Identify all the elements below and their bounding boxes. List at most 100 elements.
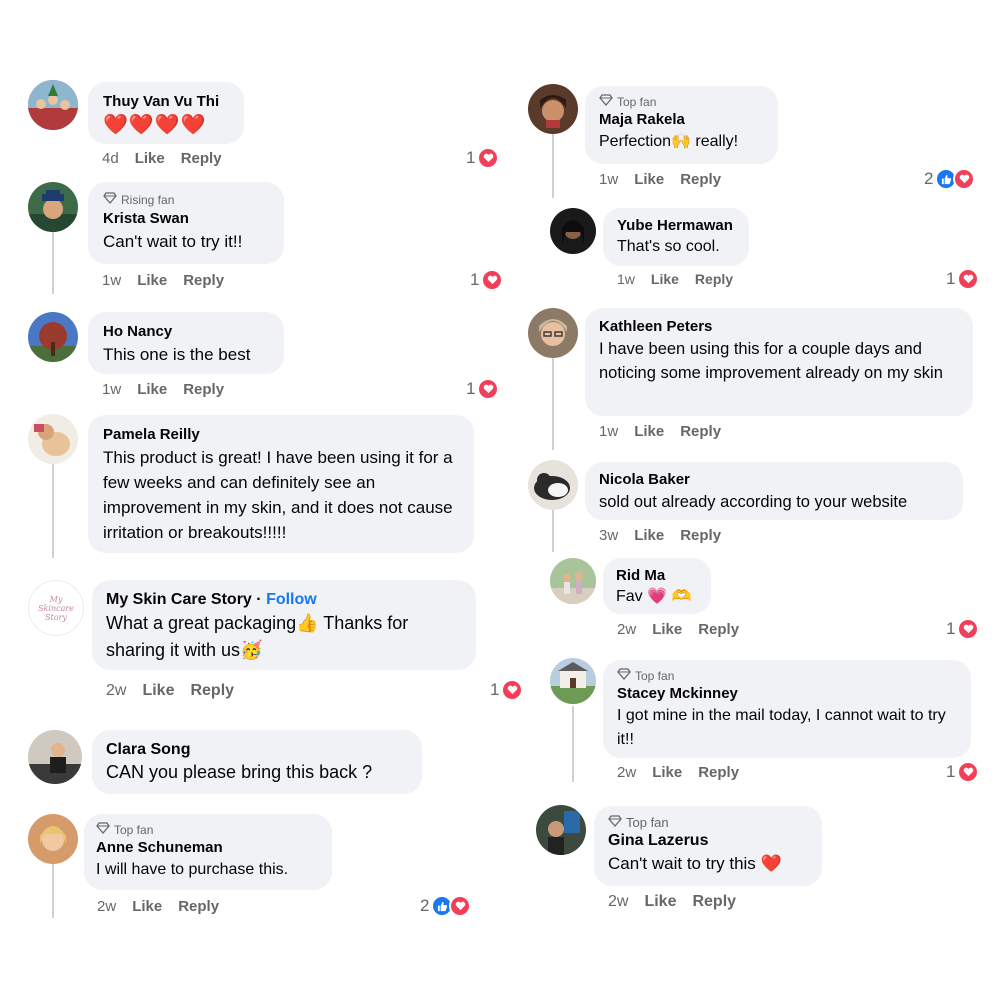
thread-line bbox=[52, 232, 54, 294]
comment-text: That's so cool. bbox=[617, 238, 720, 255]
reaction-count[interactable]: 1 bbox=[466, 378, 500, 400]
comment-actions: 3w Like Reply bbox=[599, 527, 721, 544]
commenter-name[interactable]: Nicola Baker bbox=[599, 470, 948, 490]
love-reaction-icon bbox=[449, 895, 472, 917]
like-button[interactable]: Like bbox=[142, 682, 174, 700]
avatar[interactable] bbox=[550, 658, 596, 704]
fan-badge-label: Rising fan bbox=[121, 193, 175, 207]
comment-actions: 2w Like Reply bbox=[106, 682, 234, 700]
reaction-count[interactable]: 2 bbox=[924, 168, 976, 190]
like-button[interactable]: Like bbox=[652, 621, 682, 638]
reply-button[interactable]: Reply bbox=[698, 621, 739, 638]
comment-text: Can't wait to try this ❤️ bbox=[608, 854, 782, 873]
like-button[interactable]: Like bbox=[137, 381, 167, 398]
avatar[interactable] bbox=[28, 312, 78, 362]
avatar[interactable] bbox=[28, 730, 82, 784]
like-button[interactable]: Like bbox=[634, 527, 664, 544]
reply-button[interactable]: Reply bbox=[190, 682, 234, 700]
like-button[interactable]: Like bbox=[634, 423, 664, 440]
reaction-count[interactable]: 1 bbox=[490, 679, 524, 701]
reply-button[interactable]: Reply bbox=[698, 764, 739, 781]
reaction-count[interactable]: 1 bbox=[946, 268, 980, 290]
avatar[interactable] bbox=[536, 805, 586, 855]
reply-button[interactable]: Reply bbox=[680, 171, 721, 188]
comment-time[interactable]: 1w bbox=[617, 271, 635, 287]
fan-badge: Top fan bbox=[599, 94, 763, 110]
page-avatar[interactable]: My Skincare Story bbox=[28, 580, 84, 636]
commenter-name[interactable]: Kathleen Peters bbox=[599, 317, 958, 337]
comment-text: Fav 💗 🫶 bbox=[616, 588, 692, 605]
follow-button[interactable]: Follow bbox=[266, 591, 317, 608]
comment-time[interactable]: 1w bbox=[102, 272, 121, 289]
reaction-number: 1 bbox=[946, 762, 956, 781]
avatar[interactable] bbox=[550, 558, 596, 604]
comment-text: CAN you please bring this back ? bbox=[106, 762, 373, 782]
commenter-name[interactable]: Yube Hermawan bbox=[617, 216, 734, 236]
commenter-name[interactable]: My Skin Care Story bbox=[106, 591, 252, 608]
reply-button[interactable]: Reply bbox=[183, 272, 224, 289]
reaction-count[interactable]: 1 bbox=[946, 618, 980, 640]
reply-button[interactable]: Reply bbox=[178, 898, 219, 915]
fan-badge: Rising fan bbox=[103, 191, 269, 209]
reply-button[interactable]: Reply bbox=[680, 527, 721, 544]
avatar[interactable] bbox=[528, 460, 578, 510]
comment-time[interactable]: 1w bbox=[599, 423, 618, 440]
reaction-count[interactable]: 1 bbox=[946, 761, 980, 783]
thread-line bbox=[52, 862, 54, 918]
like-button[interactable]: Like bbox=[634, 171, 664, 188]
commenter-name[interactable]: Krista Swan bbox=[103, 209, 269, 229]
reply-button[interactable]: Reply bbox=[181, 150, 222, 167]
reaction-count[interactable]: 1 bbox=[466, 147, 500, 169]
top-fan-icon bbox=[96, 822, 110, 838]
commenter-name[interactable]: Anne Schuneman bbox=[96, 838, 317, 858]
commenter-name[interactable]: Maja Rakela bbox=[599, 110, 763, 130]
avatar[interactable] bbox=[28, 80, 78, 130]
comment-time[interactable]: 2w bbox=[608, 893, 628, 911]
comment-time[interactable]: 1w bbox=[102, 381, 121, 398]
comment-actions: 2w Like Reply bbox=[617, 621, 739, 638]
comment-bubble: My Skin Care Story · Follow What a great… bbox=[92, 580, 476, 670]
reply-button[interactable]: Reply bbox=[183, 381, 224, 398]
commenter-name[interactable]: Thuy Van Vu Thi bbox=[103, 92, 229, 112]
comment-time[interactable]: 2w bbox=[617, 621, 636, 638]
reaction-number: 2 bbox=[924, 169, 934, 188]
comment-time[interactable]: 2w bbox=[617, 764, 636, 781]
like-button[interactable]: Like bbox=[652, 764, 682, 781]
comment-time[interactable]: 3w bbox=[599, 527, 618, 544]
like-button[interactable]: Like bbox=[135, 150, 165, 167]
love-reaction-icon bbox=[477, 147, 500, 169]
comment-time[interactable]: 1w bbox=[599, 171, 618, 188]
like-button[interactable]: Like bbox=[644, 893, 676, 911]
reply-button[interactable]: Reply bbox=[680, 423, 721, 440]
comment-time[interactable]: 2w bbox=[97, 898, 116, 915]
reply-button[interactable]: Reply bbox=[695, 271, 733, 287]
commenter-name[interactable]: Pamela Reilly bbox=[103, 425, 459, 445]
commenter-name[interactable]: Stacey Mckinney bbox=[617, 684, 956, 704]
reply-button[interactable]: Reply bbox=[692, 893, 736, 911]
comment-bubble: Thuy Van Vu Thi ❤️❤️❤️❤️ bbox=[88, 82, 244, 144]
reaction-number: 1 bbox=[946, 619, 956, 638]
reaction-count[interactable]: 2 bbox=[420, 895, 472, 917]
love-reaction-icon bbox=[953, 168, 976, 190]
avatar[interactable] bbox=[28, 414, 78, 464]
commenter-name[interactable]: Ho Nancy bbox=[103, 322, 269, 342]
avatar[interactable] bbox=[28, 814, 78, 864]
reaction-count[interactable]: 1 bbox=[470, 269, 504, 291]
comment-text: Perfection🙌 really! bbox=[599, 133, 739, 150]
like-button[interactable]: Like bbox=[137, 272, 167, 289]
like-button[interactable]: Like bbox=[132, 898, 162, 915]
like-button[interactable]: Like bbox=[651, 271, 679, 287]
avatar[interactable] bbox=[528, 308, 578, 358]
comment-time[interactable]: 4d bbox=[102, 150, 119, 167]
avatar[interactable] bbox=[528, 84, 578, 134]
comment-actions: 4d Like Reply bbox=[102, 150, 222, 167]
commenter-name[interactable]: Gina Lazerus bbox=[608, 831, 807, 851]
commenter-name[interactable]: Rid Ma bbox=[616, 566, 696, 586]
avatar[interactable] bbox=[28, 182, 78, 232]
thread-line bbox=[552, 358, 554, 450]
avatar[interactable] bbox=[550, 208, 596, 254]
comment-text: What a great packaging👍 Thanks for shari… bbox=[106, 613, 409, 660]
comment-actions: 2w Like Reply bbox=[608, 893, 736, 911]
commenter-name[interactable]: Clara Song bbox=[106, 740, 407, 760]
comment-time[interactable]: 2w bbox=[106, 682, 126, 700]
